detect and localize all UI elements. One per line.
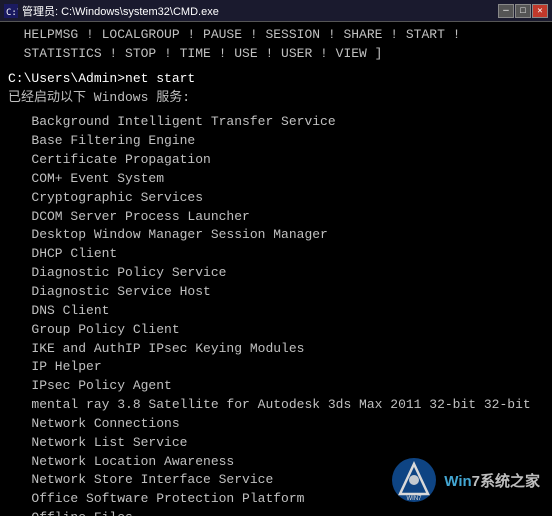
cmd-icon: C:\ xyxy=(4,4,18,18)
watermark-site: 7系统之家 xyxy=(472,473,540,490)
watermark-logo: WIN7 xyxy=(390,456,438,504)
terminal-line: DCOM Server Process Launcher xyxy=(8,208,544,227)
terminal-line: mental ray 3.8 Satellite for Autodesk 3d… xyxy=(8,396,544,415)
terminal-line: IKE and AuthIP IPsec Keying Modules xyxy=(8,340,544,359)
svg-text:C:\: C:\ xyxy=(6,8,18,18)
maximize-button[interactable]: □ xyxy=(515,4,531,18)
terminal-line: Diagnostic Service Host xyxy=(8,283,544,302)
terminal-line: Certificate Propagation xyxy=(8,151,544,170)
title-bar: C:\ 管理员: C:\Windows\system32\CMD.exe ─ □… xyxy=(0,0,552,22)
close-button[interactable]: ✕ xyxy=(532,4,548,18)
terminal-line: Desktop Window Manager Session Manager xyxy=(8,226,544,245)
window-controls: ─ □ ✕ xyxy=(498,4,548,18)
terminal-line: Background Intelligent Transfer Service xyxy=(8,113,544,132)
minimize-button[interactable]: ─ xyxy=(498,4,514,18)
cmd-window: C:\ 管理员: C:\Windows\system32\CMD.exe ─ □… xyxy=(0,0,552,516)
title-bar-left: C:\ 管理员: C:\Windows\system32\CMD.exe xyxy=(4,3,219,19)
terminal-line: HELPMSG ! LOCALGROUP ! PAUSE ! SESSION !… xyxy=(8,26,544,45)
watermark-win7: Win xyxy=(444,473,471,490)
terminal-line: IPsec Policy Agent xyxy=(8,377,544,396)
terminal-line: COM+ Event System xyxy=(8,170,544,189)
terminal-line: Network List Service xyxy=(8,434,544,453)
terminal-line: C:\Users\Admin>net start xyxy=(8,70,544,89)
terminal-line: Cryptographic Services xyxy=(8,189,544,208)
terminal-content: HELPMSG ! LOCALGROUP ! PAUSE ! SESSION !… xyxy=(0,22,552,516)
svg-text:WIN7: WIN7 xyxy=(407,496,423,502)
terminal-line: IP Helper xyxy=(8,358,544,377)
window-title: 管理员: C:\Windows\system32\CMD.exe xyxy=(22,3,219,19)
terminal-line: DNS Client xyxy=(8,302,544,321)
terminal-line: Network Connections xyxy=(8,415,544,434)
watermark: WIN7 Win7系统之家 xyxy=(390,456,540,504)
terminal-line: Diagnostic Policy Service xyxy=(8,264,544,283)
terminal-line: 已经启动以下 Windows 服务: xyxy=(8,89,544,108)
terminal-line: Base Filtering Engine xyxy=(8,132,544,151)
terminal-line: Offline Files xyxy=(8,509,544,516)
terminal-line: DHCP Client xyxy=(8,245,544,264)
watermark-text: Win7系统之家 xyxy=(444,470,540,491)
terminal-line: STATISTICS ! STOP ! TIME ! USE ! USER ! … xyxy=(8,45,544,64)
terminal-line: Group Policy Client xyxy=(8,321,544,340)
